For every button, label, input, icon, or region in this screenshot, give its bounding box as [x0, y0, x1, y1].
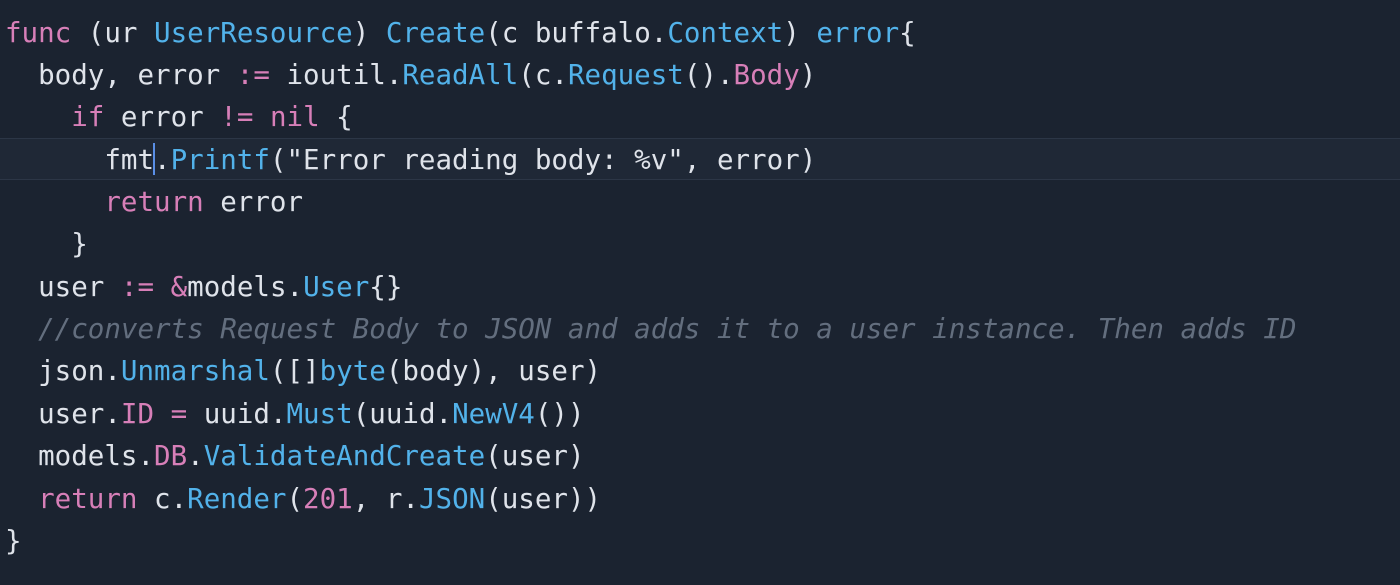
token-plain: c. [137, 483, 188, 515]
code-line[interactable]: body, error := ioutil.ReadAll(c.Request(… [0, 54, 1400, 96]
code-line[interactable]: user.ID = uuid.Must(uuid.NewV4()) [0, 393, 1400, 435]
token-type: UserResource [154, 17, 353, 49]
token-plain: ioutil. [269, 59, 403, 91]
token-type: byte [319, 355, 386, 387]
code-line-content: fmt.Printf("Error reading body: %v", err… [5, 139, 816, 181]
token-keyword: := [120, 271, 155, 303]
token-plain: ([] [269, 355, 320, 387]
token-field: DB [154, 440, 188, 472]
token-function: NewV4 [452, 398, 535, 430]
token-plain: user [5, 271, 121, 303]
token-field: ID [120, 398, 155, 430]
token-keyword: = [170, 398, 188, 430]
token-plain: fmt [5, 144, 155, 176]
code-line-content: } [5, 520, 22, 562]
token-type: User [303, 271, 370, 303]
token-function: Render [187, 483, 287, 515]
token-plain: (c. [518, 59, 568, 91]
current-code-line[interactable]: fmt.Printf("Error reading body: %v", err… [0, 138, 1400, 180]
code-line[interactable]: //converts Request Body to JSON and adds… [0, 308, 1400, 350]
code-line-content: if error != nil { [5, 96, 353, 138]
token-keyword: return [104, 186, 204, 218]
code-editor[interactable]: func (ur UserResource) Create(c buffalo.… [0, 0, 1400, 585]
code-line[interactable]: return error [0, 181, 1400, 223]
code-line[interactable]: return c.Render(201, r.JSON(user)) [0, 478, 1400, 520]
token-plain: ) [352, 17, 386, 49]
code-line[interactable]: } [0, 520, 1400, 562]
token-plain: {} [369, 271, 403, 303]
token-plain: (). [683, 59, 734, 91]
token-plain: (uuid. [352, 398, 453, 430]
token-function: Create [385, 17, 486, 49]
code-line-content: return error [5, 181, 303, 223]
token-plain: ( [286, 483, 304, 515]
token-function: Unmarshal [120, 355, 270, 387]
token-number: 201 [303, 483, 353, 515]
token-plain: (c buffalo. [485, 17, 668, 49]
code-line-content: models.DB.ValidateAndCreate(user) [5, 435, 585, 477]
token-plain: } [5, 228, 88, 260]
token-plain: ()) [534, 398, 585, 430]
token-function: Printf [170, 144, 270, 176]
code-line-content: return c.Render(201, r.JSON(user)) [5, 478, 601, 520]
code-line[interactable]: json.Unmarshal([]byte(body), user) [0, 350, 1400, 392]
token-function: JSON [418, 483, 486, 515]
code-line-content: user := &models.User{} [5, 266, 402, 308]
token-keyword: := [236, 59, 270, 91]
token-keyword: nil [269, 101, 320, 133]
token-plain: uuid. [187, 398, 287, 430]
token-plain: (user)) [485, 483, 602, 515]
token-function: Request [567, 59, 684, 91]
token-function: Must [286, 398, 353, 430]
token-plain: ) [783, 17, 817, 49]
token-function: ValidateAndCreate [203, 440, 486, 472]
token-plain: (user) [485, 440, 585, 472]
code-line-content: user.ID = uuid.Must(uuid.NewV4()) [5, 393, 585, 435]
token-type: Context [667, 17, 784, 49]
token-plain: body, error [5, 59, 237, 91]
token-field: Body [733, 59, 800, 91]
code-line[interactable]: models.DB.ValidateAndCreate(user) [0, 435, 1400, 477]
token-plain: (ur [71, 17, 155, 49]
code-line-content: //converts Request Body to JSON and adds… [5, 308, 1296, 350]
token-comment: //converts Request Body to JSON and adds… [5, 313, 1297, 345]
token-keyword: if [71, 101, 105, 133]
token-plain: , r. [352, 483, 419, 515]
token-plain: { [319, 101, 353, 133]
token-plain: . [187, 440, 204, 472]
code-line-content: func (ur UserResource) Create(c buffalo.… [5, 12, 916, 54]
text-cursor [153, 143, 156, 175]
token-plain: json. [5, 355, 121, 387]
token-keyword: != [220, 101, 254, 133]
code-line-content: } [5, 223, 88, 265]
token-function: ReadAll [402, 59, 519, 91]
token-type: error [816, 17, 900, 49]
token-plain: { [899, 17, 916, 49]
code-line[interactable]: if error != nil { [0, 96, 1400, 138]
code-line[interactable]: func (ur UserResource) Create(c buffalo.… [0, 12, 1400, 54]
token-plain: ("Error reading body: %v", error) [269, 144, 817, 176]
token-plain: models. [187, 271, 304, 303]
token-plain: . [154, 144, 171, 176]
token-keyword: & [170, 271, 188, 303]
token-keyword: func [5, 17, 72, 49]
token-plain: (body), user) [385, 355, 602, 387]
token-keyword: return [38, 483, 138, 515]
token-plain: user. [5, 398, 121, 430]
code-line-content: body, error := ioutil.ReadAll(c.Request(… [5, 54, 816, 96]
token-plain: models. [5, 440, 155, 472]
token-plain: ) [799, 59, 817, 91]
code-line[interactable]: } [0, 223, 1400, 265]
code-line[interactable]: user := &models.User{} [0, 266, 1400, 308]
token-plain: error [104, 101, 221, 133]
token-plain: } [5, 525, 22, 557]
code-line-content: json.Unmarshal([]byte(body), user) [5, 350, 601, 392]
token-plain: error [203, 186, 304, 218]
